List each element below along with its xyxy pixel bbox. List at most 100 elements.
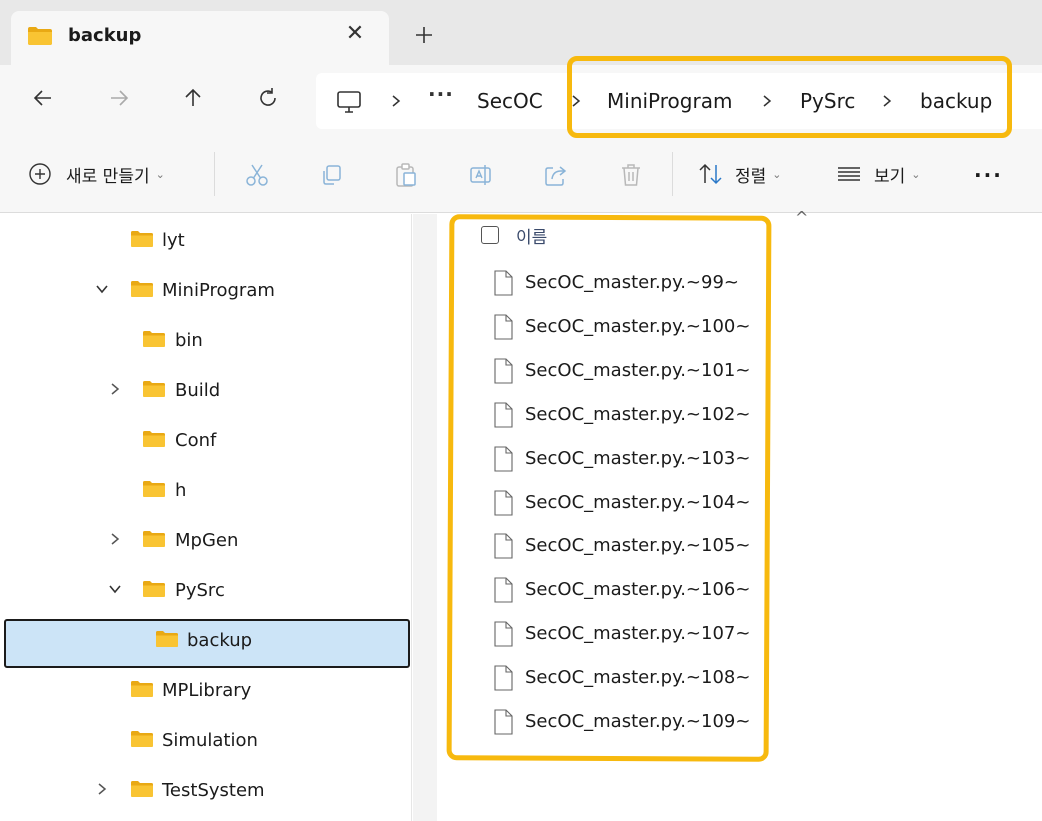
file-row[interactable]: SecOC_master.py.~107~ [493,615,783,655]
chevron-right-icon[interactable] [107,531,123,547]
breadcrumb-miniprogram[interactable]: MiniProgram [607,89,732,113]
refresh-icon[interactable] [255,85,281,111]
arrow-left-icon[interactable] [30,85,56,111]
select-all-checkbox[interactable] [481,226,499,244]
file-name: SecOC_master.py.~107~ [525,623,751,645]
cut-icon[interactable] [244,162,270,188]
tree-item-build[interactable]: Build [0,368,412,412]
paste-icon[interactable] [393,162,419,188]
new-button[interactable]: 새로 만들기 ⌄ [28,159,165,189]
tree-item-conf[interactable]: Conf [0,418,412,462]
more-options-button[interactable]: ··· [974,163,1003,187]
tree-item-label: TestSystem [162,780,265,801]
breadcrumb-backup[interactable]: backup [920,89,992,113]
file-icon [493,358,513,388]
folder-icon [130,280,154,302]
folder-icon [130,730,154,752]
arrow-up-icon[interactable] [180,85,206,111]
file-row[interactable]: SecOC_master.py.~101~ [493,352,783,392]
folder-icon [142,480,166,502]
breadcrumb-pysrc[interactable]: PySrc [800,89,855,113]
tree-item-mpgen[interactable]: MpGen [0,518,412,562]
sort-button[interactable]: 정렬 ⌄ [697,159,782,189]
file-row[interactable]: SecOC_master.py.~104~ [493,484,783,524]
address-bar[interactable]: ··· SecOC MiniProgram PySrc backup [316,73,1042,129]
chevron-right-icon[interactable] [94,781,110,797]
file-name: SecOC_master.py.~102~ [525,403,751,425]
tree-item-backup[interactable]: backup [0,618,412,668]
tree-item-bin[interactable]: bin [0,318,412,362]
tree-item-label: h [175,480,187,501]
chevron-down-icon: ⌄ [772,167,782,181]
tree-item-label: MiniProgram [162,280,275,301]
file-row[interactable]: SecOC_master.py.~99~ [493,264,783,304]
file-icon [493,577,513,607]
folder-icon [130,780,154,802]
divider [214,152,215,196]
file-icon [493,402,513,432]
breadcrumb-secoc[interactable]: SecOC [477,89,543,113]
delete-icon[interactable] [618,162,644,188]
file-name: SecOC_master.py.~100~ [525,315,751,337]
folder-icon [142,530,166,552]
file-row[interactable]: SecOC_master.py.~106~ [493,571,783,611]
arrow-right-icon[interactable] [106,85,132,111]
folder-icon [142,580,166,602]
sort-icon [697,161,725,187]
share-icon[interactable] [543,162,569,188]
plus-icon[interactable] [412,23,436,47]
tree-item-lyt[interactable]: lyt [0,218,412,262]
file-icon [493,709,513,739]
tab-backup[interactable]: backup ✕ [11,11,389,67]
copy-icon[interactable] [318,162,344,188]
tree-item-label: lyt [162,230,185,251]
column-header-name[interactable]: 이름 [516,223,547,248]
tree-item-h[interactable]: h [0,468,412,512]
rename-icon[interactable] [468,162,494,188]
computer-icon[interactable] [336,90,362,118]
view-lines-icon [836,161,862,187]
close-tab-icon[interactable]: ✕ [344,23,366,45]
tree-item-label: bin [175,330,203,351]
file-name: SecOC_master.py.~103~ [525,447,751,469]
file-icon [493,533,513,563]
tree-item-miniprogram[interactable]: MiniProgram [0,268,412,312]
chevron-right-icon[interactable] [389,93,403,109]
file-row[interactable]: SecOC_master.py.~102~ [493,396,783,436]
file-name: SecOC_master.py.~108~ [525,667,751,689]
tree-item-pysrc[interactable]: PySrc [0,568,412,612]
file-name: SecOC_master.py.~101~ [525,359,751,381]
tree-item-testsystem[interactable]: TestSystem [0,768,412,812]
chevron-right-icon[interactable] [107,381,123,397]
new-label: 새로 만들기 [66,166,150,187]
folder-icon [130,680,154,702]
breadcrumb-overflow-button[interactable]: ··· [428,82,454,106]
file-row[interactable]: SecOC_master.py.~108~ [493,659,783,699]
chevron-right-icon[interactable] [760,93,774,109]
chevron-down-icon[interactable] [94,281,110,297]
chevron-right-icon[interactable] [880,93,894,109]
file-icon [493,489,513,520]
tree-item-simulation[interactable]: Simulation [0,718,412,762]
chevron-down-icon: ⌄ [911,167,921,181]
tab-title: backup [68,25,142,46]
navigation-bar: ··· SecOC MiniProgram PySrc backup [0,65,1042,137]
tree-item-mplibrary[interactable]: MPLibrary [0,668,412,712]
chevron-down-icon[interactable] [107,581,123,597]
navigation-pane: lyt MiniProgram bin Build Conf h MpGen PySrc bac… [0,214,412,821]
chevron-right-icon[interactable] [569,93,583,109]
view-button[interactable]: 보기 ⌄ [836,159,921,189]
pane-splitter[interactable] [413,214,437,821]
file-icon [493,665,513,695]
file-row[interactable]: SecOC_master.py.~105~ [493,527,783,567]
file-row[interactable]: SecOC_master.py.~109~ [493,703,783,743]
tree-item-label: Simulation [162,730,258,751]
file-name: SecOC_master.py.~106~ [525,579,751,601]
tree-item-label: MPLibrary [162,680,252,701]
file-row[interactable]: SecOC_master.py.~103~ [493,440,783,480]
tree-item-label: Build [175,380,221,401]
folder-icon [27,26,53,50]
file-row[interactable]: SecOC_master.py.~100~ [493,308,783,348]
folder-icon [155,630,179,652]
tree-item-label: backup [187,630,253,651]
